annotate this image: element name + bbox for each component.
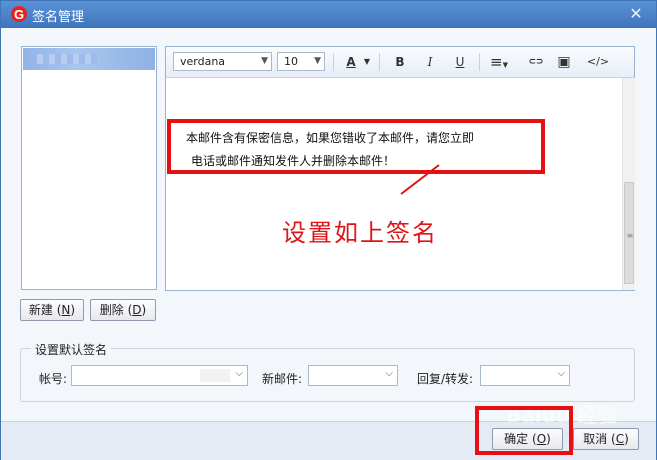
underline-button[interactable]: U	[452, 54, 468, 70]
reply-forward-label: 回复/转发:	[417, 372, 474, 386]
cancel-button[interactable]: 取消 (C)	[573, 428, 639, 450]
align-button[interactable]: ≡▼	[488, 54, 510, 70]
signature-list-item[interactable]	[23, 48, 155, 70]
close-icon[interactable]: ✕	[627, 5, 645, 23]
ok-highlight-box	[475, 406, 573, 455]
grip-icon: ≡	[626, 231, 634, 240]
title-bar: G 签名管理 ✕	[1, 1, 656, 28]
editor-toolbar: verdana ▼ 10 ▼ A ▼ B I U ≡▼ ⊂⊃ ▣ </>	[166, 47, 634, 78]
account-select[interactable]: ⌵	[71, 365, 248, 386]
window-title: 签名管理	[32, 10, 85, 25]
signature-manager-dialog: G 签名管理 ✕ verdana ▼ 10 ▼ A ▼ B I U ≡▼ ⊂⊃ …	[0, 0, 657, 460]
chevron-down-icon: ▼	[261, 56, 268, 66]
chevron-down-icon: ⌵	[385, 368, 393, 379]
font-color-dropdown-icon[interactable]: ▼	[362, 54, 372, 70]
delete-signature-button[interactable]: 删除 (D)	[90, 299, 156, 321]
image-icon[interactable]: ▣	[556, 54, 572, 70]
blurred-signature-name	[37, 54, 97, 64]
svg-text:G: G	[14, 7, 24, 22]
align-icon: ≡	[490, 53, 503, 71]
group-title: 设置默认签名	[31, 341, 112, 358]
delete-button-label: 删除	[99, 303, 124, 317]
signature-text-line-2: 电话或邮件通知发件人并删除本邮件！	[191, 154, 396, 168]
toolbar-divider	[479, 53, 480, 71]
annotation-text: 设置如上签名	[282, 219, 438, 247]
reply-forward-signature-select[interactable]: ⌵	[480, 365, 570, 386]
font-size-value: 10	[284, 55, 298, 68]
blurred-account-value	[200, 369, 230, 382]
new-signature-button[interactable]: 新建 (N)	[20, 299, 84, 321]
new-mail-label: 新邮件:	[262, 372, 303, 386]
font-family-select[interactable]: verdana ▼	[173, 52, 272, 71]
toolbar-divider	[379, 53, 380, 71]
font-color-button[interactable]: A	[343, 54, 359, 70]
app-logo-icon: G	[11, 6, 27, 22]
chevron-down-icon: ⌵	[557, 368, 565, 379]
delete-button-key: D	[132, 303, 142, 317]
editor-content-area[interactable]	[166, 78, 622, 290]
chevron-down-icon: ▼	[502, 61, 508, 69]
account-label: 帐号:	[39, 372, 68, 386]
toolbar-divider	[333, 53, 334, 71]
cancel-button-key: C	[615, 432, 625, 446]
scrollbar-thumb[interactable]: ≡	[624, 182, 634, 284]
new-mail-signature-select[interactable]: ⌵	[308, 365, 398, 386]
chevron-down-icon: ⌵	[235, 368, 243, 379]
signature-text-line-1: 本邮件含有保密信息，如果您错收了本邮件，请您立即	[186, 131, 475, 145]
editor-scrollbar[interactable]: ≡	[622, 78, 635, 290]
new-button-label: 新建	[28, 303, 53, 317]
bold-button[interactable]: B	[392, 54, 408, 70]
source-code-icon[interactable]: </>	[586, 54, 610, 70]
chevron-down-icon: ▼	[314, 56, 321, 66]
annotation-pointer-line	[400, 164, 440, 195]
new-button-key: N	[61, 303, 71, 317]
font-family-value: verdana	[180, 55, 226, 68]
font-size-select[interactable]: 10 ▼	[277, 52, 325, 71]
italic-button[interactable]: I	[422, 54, 438, 70]
link-icon[interactable]: ⊂⊃	[526, 54, 546, 70]
signature-list[interactable]	[21, 46, 157, 290]
cancel-button-label: 取消	[583, 432, 608, 446]
